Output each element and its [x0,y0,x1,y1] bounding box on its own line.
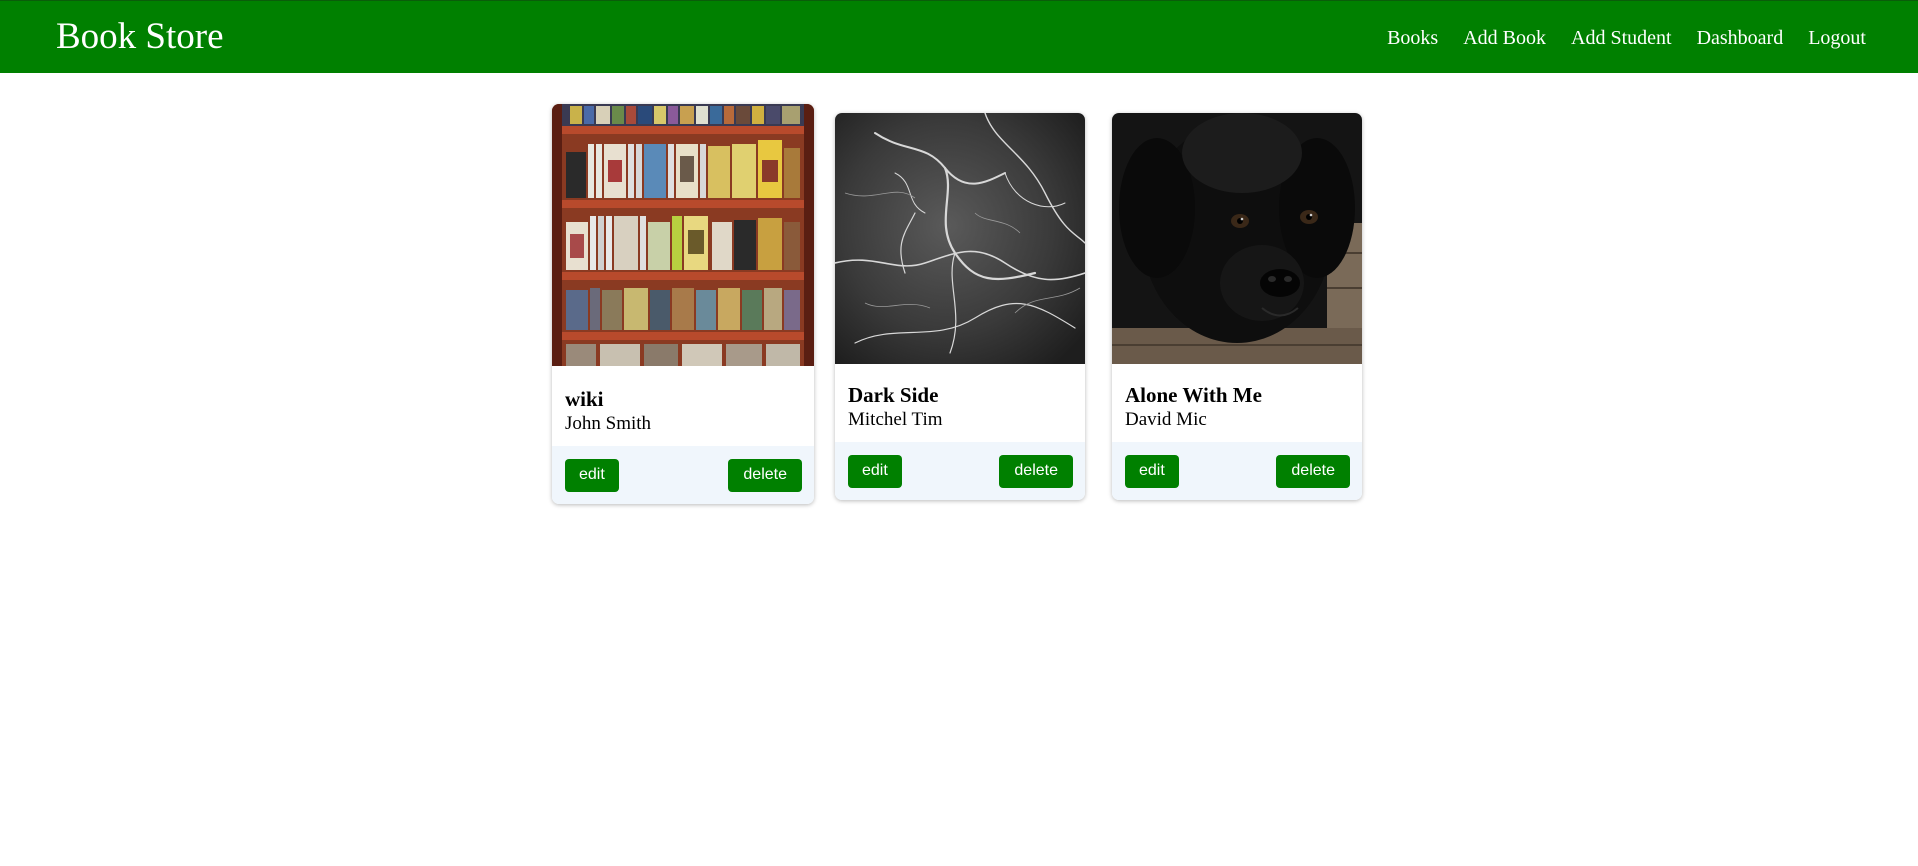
nav-link-logout[interactable]: Logout [1808,25,1866,51]
nav-link-add-student[interactable]: Add Student [1571,25,1672,51]
edit-button[interactable]: edit [565,458,619,492]
top-navbar: Book Store Books Add Book Add Student Da… [0,0,1918,73]
book-card: wiki John Smith edit delete [552,104,814,504]
nav-link-add-book[interactable]: Add Book [1463,25,1546,51]
nav-link-dashboard[interactable]: Dashboard [1697,25,1784,51]
book-cover-image [1112,113,1362,364]
delete-button[interactable]: delete [728,458,802,492]
book-card: Dark Side Mitchel Tim edit delete [835,113,1085,500]
book-author: Mitchel Tim [848,409,943,430]
book-card-body: Alone With Me David Mic [1112,364,1362,442]
nav-links: Books Add Book Add Student Dashboard Log… [1387,25,1866,51]
brand-title[interactable]: Book Store [56,15,224,59]
book-card-body: Dark Side Mitchel Tim [835,364,1085,442]
book-title: wiki [565,387,604,411]
book-title: Alone With Me [1125,383,1262,407]
nav-link-books[interactable]: Books [1387,25,1438,51]
book-author: David Mic [1125,409,1207,430]
book-cover-image [835,113,1085,364]
book-card-actions: edit delete [835,442,1085,500]
book-title: Dark Side [848,383,939,407]
delete-button[interactable]: delete [999,454,1073,488]
book-author: John Smith [565,413,652,434]
book-card-actions: edit delete [552,446,814,504]
book-card-body: wiki John Smith [552,366,814,446]
book-cover-image [552,104,814,366]
edit-button[interactable]: edit [848,454,902,488]
delete-button[interactable]: delete [1276,454,1350,488]
book-card-actions: edit delete [1112,442,1362,500]
edit-button[interactable]: edit [1125,454,1179,488]
book-card: Alone With Me David Mic edit delete [1112,113,1362,500]
